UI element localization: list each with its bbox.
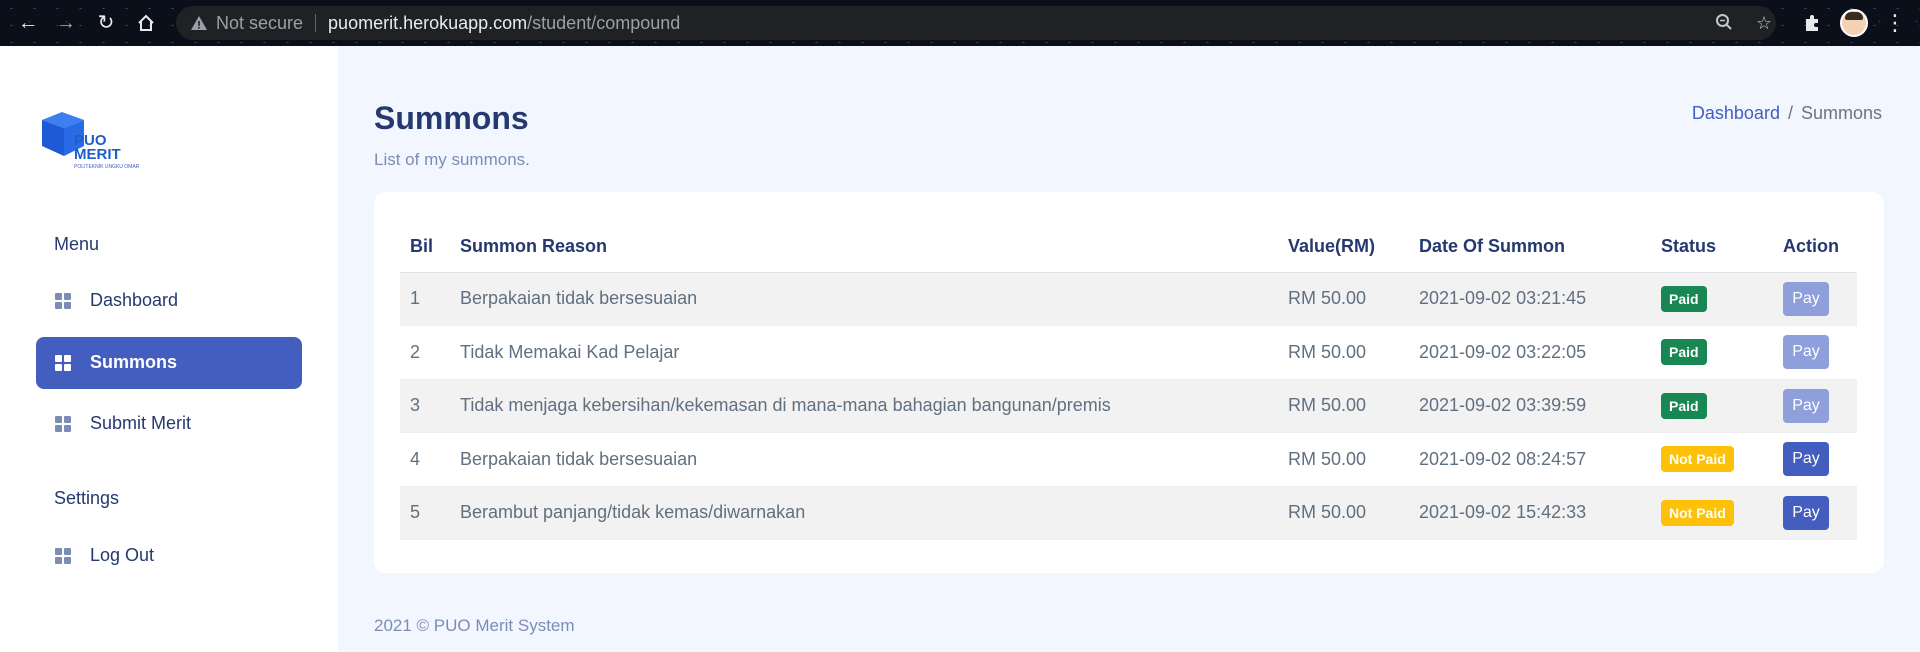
column-header-value: Value(RM) [1278,222,1409,273]
cell-reason: Tidak Memakai Kad Pelajar [450,325,1278,380]
cell-status: Paid [1651,272,1773,326]
table-row: 2 Tidak Memakai Kad Pelajar RM 50.00 202… [400,325,1857,380]
table-row: 3 Tidak menjaga kebersihan/kekemasan di … [400,379,1857,433]
status-badge: Paid [1661,392,1707,419]
status-badge: Not Paid [1661,446,1734,473]
grid-icon [55,355,71,371]
column-header-status: Status [1651,222,1773,273]
pay-button[interactable]: Pay [1783,495,1829,530]
column-header-bil: Bil [400,222,450,273]
sidebar-item-label: Submit Merit [90,413,192,433]
column-header-action: Action [1773,222,1857,273]
status-badge: Paid [1661,339,1707,366]
bookmark-star-icon[interactable]: ☆ [1754,13,1774,33]
cell-status: Paid [1651,325,1773,380]
grid-icon [55,548,71,564]
cell-value: RM 50.00 [1278,325,1409,380]
grid-icon [55,416,71,432]
cell-action: Pay [1773,432,1857,487]
pay-button[interactable]: Pay [1783,388,1829,423]
table-header-row: Bil Summon Reason Value(RM) Date Of Summ… [400,222,1857,273]
back-icon[interactable]: ← [14,9,42,37]
cell-date: 2021-09-02 08:24:57 [1409,432,1651,487]
cell-date: 2021-09-02 03:22:05 [1409,325,1651,380]
pay-button[interactable]: Pay [1783,335,1829,370]
sidebar-item-label: Log Out [90,545,155,565]
cell-value: RM 50.00 [1278,486,1409,540]
cell-bil: 3 [400,379,450,433]
cell-date: 2021-09-02 03:21:45 [1409,272,1651,326]
cell-value: RM 50.00 [1278,379,1409,433]
cell-bil: 5 [400,486,450,540]
sidebar-item-label: Summons [90,352,178,372]
table-row: 4 Berpakaian tidak bersesuaian RM 50.00 … [400,432,1857,487]
cell-status: Not Paid [1651,486,1773,540]
column-header-reason: Summon Reason [450,222,1278,273]
browser-toolbar: ← → ↻ Not secure puomerit.herokuapp.com/s… [0,0,1920,46]
cell-bil: 2 [400,325,450,380]
address-bar[interactable]: Not secure puomerit.herokuapp.com/student… [176,6,1776,40]
zoom-icon[interactable] [1714,13,1734,33]
status-badge: Paid [1661,285,1707,312]
url-host: puomerit.herokuapp.com [328,13,528,33]
page-subtitle: List of my summons. [374,150,530,169]
table-row: 5 Berambut panjang/tidak kemas/diwarnaka… [400,486,1857,540]
logo[interactable]: PUO MERIT POLITEKNIK UNGKU OMAR [38,110,158,176]
breadcrumb: Dashboard / Summons [1692,103,1882,124]
pay-button[interactable]: Pay [1783,442,1829,477]
cell-reason: Berambut panjang/tidak kemas/diwarnakan [450,486,1278,540]
cell-value: RM 50.00 [1278,432,1409,487]
cell-action: Pay [1773,272,1857,326]
forward-icon[interactable]: → [52,9,80,37]
cell-reason: Berpakaian tidak bersesuaian [450,272,1278,326]
sidebar-item-dashboard[interactable]: Dashboard [36,275,302,327]
breadcrumb-current: Summons [1800,103,1882,123]
sidebar-item-label: Dashboard [90,290,179,310]
summons-card: Bil Summon Reason Value(RM) Date Of Summ… [374,192,1884,573]
breadcrumb-dashboard-link[interactable]: Dashboard [1692,103,1780,123]
security-label: Not secure [216,13,304,33]
cell-bil: 4 [400,432,450,487]
browser-menu-icon[interactable]: ⋮ [1884,9,1906,37]
cell-action: Pay [1773,486,1857,540]
status-badge: Not Paid [1661,499,1734,526]
settings-section-title: Settings [54,488,120,508]
column-header-date: Date Of Summon [1409,222,1651,273]
cell-value: RM 50.00 [1278,272,1409,326]
sidebar-item-logout[interactable]: Log Out [36,530,302,582]
cell-reason: Tidak menjaga kebersihan/kekemasan di ma… [450,379,1278,433]
warning-icon [191,16,207,30]
url-path: /student/compound [527,13,681,33]
cell-reason: Berpakaian tidak bersesuaian [450,432,1278,487]
sidebar-item-submit-merit[interactable]: Submit Merit [36,398,302,450]
grid-icon [55,293,71,309]
home-icon[interactable] [132,9,160,37]
menu-section-title: Menu [54,234,100,254]
summons-table: Bil Summon Reason Value(RM) Date Of Summ… [400,222,1857,540]
sidebar: PUO MERIT POLITEKNIK UNGKU OMAR Menu Das… [0,46,338,652]
cell-status: Paid [1651,379,1773,433]
breadcrumb-separator: / [1787,103,1793,123]
cell-date: 2021-09-02 15:42:33 [1409,486,1651,540]
cell-action: Pay [1773,379,1857,433]
logo-tagline: POLITEKNIK UNGKU OMAR [74,164,140,170]
footer-text: 2021 © PUO Merit System [374,616,575,635]
logo-text: PUO MERIT [74,132,121,163]
reload-icon[interactable]: ↻ [92,9,120,37]
pay-button[interactable]: Pay [1783,281,1829,316]
cell-status: Not Paid [1651,432,1773,487]
cell-bil: 1 [400,272,450,326]
page-title: Summons [374,100,529,136]
profile-avatar[interactable] [1840,9,1868,37]
cell-date: 2021-09-02 03:39:59 [1409,379,1651,433]
cell-action: Pay [1773,325,1857,380]
sidebar-item-summons[interactable]: Summons [36,337,302,389]
table-row: 1 Berpakaian tidak bersesuaian RM 50.00 … [400,272,1857,326]
extensions-icon[interactable] [1798,9,1826,37]
